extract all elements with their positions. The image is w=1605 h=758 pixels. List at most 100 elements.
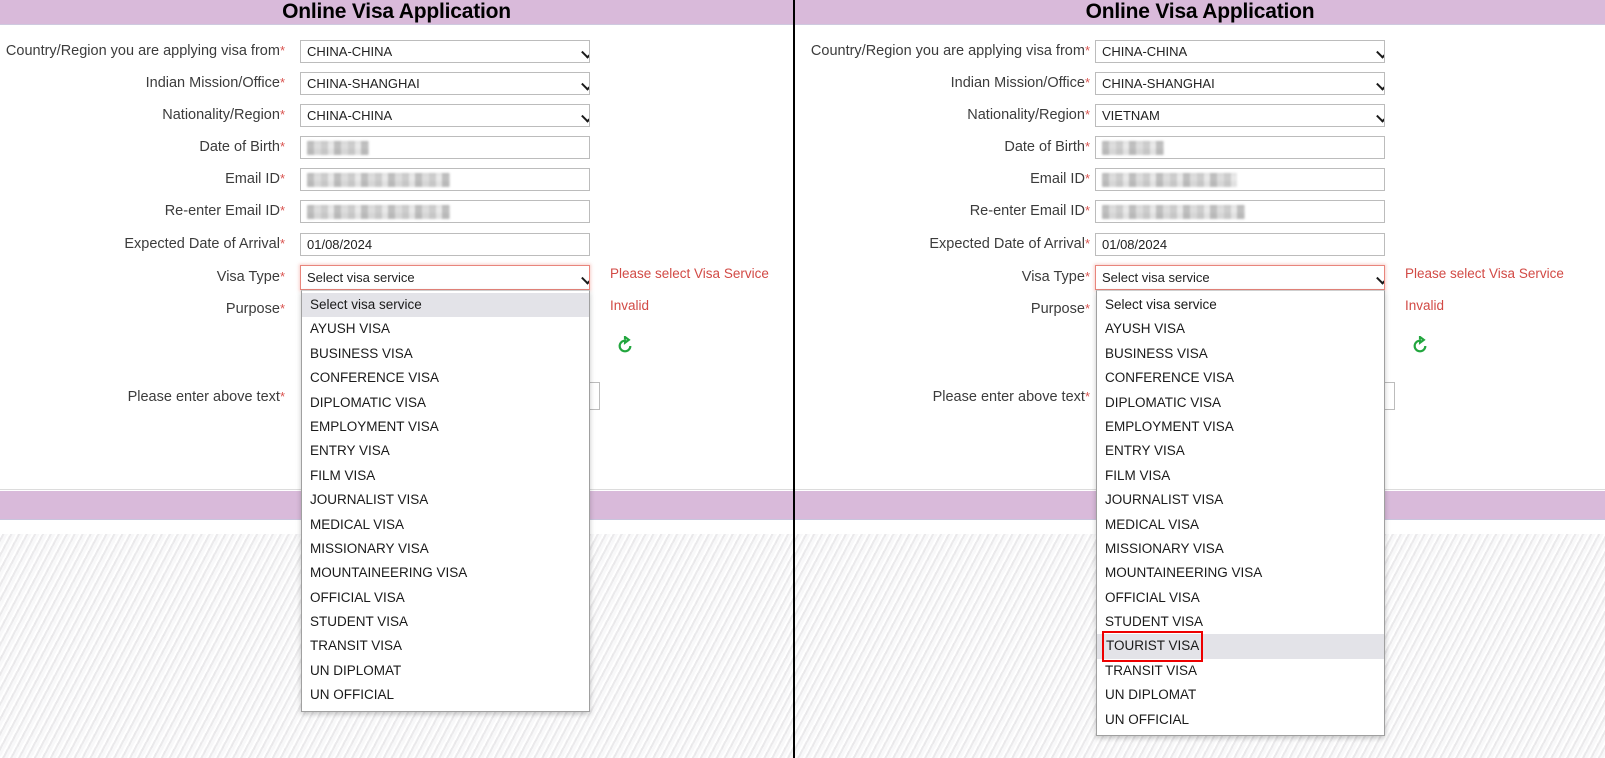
dropdown-option[interactable]: Select visa service bbox=[302, 293, 589, 317]
dropdown-option[interactable]: MOUNTAINEERING VISA bbox=[1097, 561, 1384, 585]
required-asterisk: * bbox=[280, 389, 285, 404]
label-visatype-left: Visa Type* bbox=[217, 266, 285, 288]
refresh-icon-left[interactable] bbox=[615, 336, 635, 356]
dropdown-option[interactable]: UN OFFICIAL bbox=[302, 683, 589, 707]
dropdown-option[interactable]: STUDENT VISA bbox=[302, 610, 589, 634]
select-visatype-left[interactable]: Select visa service bbox=[300, 265, 590, 290]
dropdown-option[interactable]: AYUSH VISA bbox=[1097, 317, 1384, 341]
error-visa-right: Please select Visa Service bbox=[1405, 266, 1564, 281]
dropdown-option-tourist-visa[interactable]: TOURIST VISA bbox=[1097, 634, 1384, 658]
input-reemail-left[interactable] bbox=[300, 200, 590, 223]
form-content-left: Country/Region you are applying visa fro… bbox=[0, 26, 793, 490]
required-asterisk: * bbox=[1085, 389, 1090, 404]
error-purpose-right: Invalid bbox=[1405, 298, 1444, 313]
dropdown-option[interactable]: CONFERENCE VISA bbox=[302, 366, 589, 390]
field-row-arrival-left: Expected Date of Arrival* bbox=[0, 233, 285, 255]
input-dob-right[interactable] bbox=[1095, 136, 1385, 159]
dropdown-option[interactable]: ENTRY VISA bbox=[1097, 439, 1384, 463]
label-purpose-right: Purpose* bbox=[1031, 298, 1090, 320]
dropdown-option[interactable]: DIPLOMATIC VISA bbox=[302, 391, 589, 415]
dropdown-option[interactable]: ENTRY VISA bbox=[302, 439, 589, 463]
field-row-country-left: Country/Region you are applying visa fro… bbox=[0, 40, 285, 62]
required-asterisk: * bbox=[1085, 269, 1090, 284]
select-mission-left[interactable]: CHINA-SHANGHAI bbox=[300, 72, 590, 95]
required-asterisk: * bbox=[1085, 301, 1090, 316]
header-band-left: Online Visa Application bbox=[0, 0, 793, 25]
label-captcha-left: Please enter above text* bbox=[128, 386, 285, 408]
error-visa-left: Please select Visa Service bbox=[610, 266, 769, 281]
field-row-country-right: Country/Region you are applying visa fro… bbox=[800, 40, 1090, 62]
dropdown-option[interactable]: CONFERENCE VISA bbox=[1097, 366, 1384, 390]
select-nationality-left[interactable]: CHINA-CHINA bbox=[300, 104, 590, 127]
field-row-arrival-right: Expected Date of Arrival* bbox=[800, 233, 1090, 255]
input-email-left[interactable] bbox=[300, 168, 590, 191]
input-arrival-right-value: 01/08/2024 bbox=[1102, 237, 1167, 252]
label-dob-right: Date of Birth* bbox=[1004, 136, 1090, 158]
dropdown-option[interactable]: OFFICIAL VISA bbox=[1097, 586, 1384, 610]
input-arrival-right[interactable]: 01/08/2024 bbox=[1095, 233, 1385, 256]
required-asterisk: * bbox=[280, 139, 285, 154]
dropdown-option[interactable]: JOURNALIST VISA bbox=[302, 488, 589, 512]
field-row-purpose-right: Purpose* bbox=[800, 298, 1090, 320]
dropdown-option[interactable]: AYUSH VISA bbox=[302, 317, 589, 341]
required-asterisk: * bbox=[280, 236, 285, 251]
label-country-right: Country/Region you are applying visa fro… bbox=[811, 40, 1090, 62]
field-row-visatype-right: Visa Type* bbox=[800, 266, 1090, 288]
page-title-right: Online Visa Application bbox=[795, 0, 1605, 25]
select-mission-right[interactable]: CHINA-SHANGHAI bbox=[1095, 72, 1385, 95]
dropdown-option[interactable]: TRANSIT VISA bbox=[1097, 659, 1384, 683]
required-asterisk: * bbox=[280, 75, 285, 90]
dropdown-option[interactable]: STUDENT VISA bbox=[1097, 610, 1384, 634]
input-email-right[interactable] bbox=[1095, 168, 1385, 191]
label-nationality-left: Nationality/Region* bbox=[162, 104, 285, 126]
label-arrival-right: Expected Date of Arrival* bbox=[929, 233, 1090, 255]
dropdown-option[interactable]: BUSINESS VISA bbox=[1097, 342, 1384, 366]
label-email-left: Email ID* bbox=[225, 168, 285, 190]
dropdown-visatype-left[interactable]: Select visa service AYUSH VISA BUSINESS … bbox=[301, 290, 590, 712]
required-asterisk: * bbox=[280, 43, 285, 58]
dropdown-option[interactable]: OFFICIAL VISA bbox=[302, 586, 589, 610]
select-country-right[interactable]: CHINA-CHINA bbox=[1095, 40, 1385, 63]
input-reemail-right[interactable] bbox=[1095, 200, 1385, 223]
error-purpose-left: Invalid bbox=[610, 298, 649, 313]
form-content-right: Country/Region you are applying visa fro… bbox=[795, 26, 1605, 490]
dropdown-option[interactable]: JOURNALIST VISA bbox=[1097, 488, 1384, 512]
dropdown-option[interactable]: MISSIONARY VISA bbox=[1097, 537, 1384, 561]
select-country-left-value: CHINA-CHINA bbox=[307, 44, 392, 59]
select-nationality-right[interactable]: VIETNAM bbox=[1095, 104, 1385, 127]
dropdown-visatype-right[interactable]: Select visa service AYUSH VISA BUSINESS … bbox=[1096, 290, 1385, 736]
dropdown-option[interactable]: UN DIPLOMAT bbox=[302, 659, 589, 683]
select-visatype-right[interactable]: Select visa service bbox=[1095, 265, 1385, 290]
dropdown-option[interactable]: EMPLOYMENT VISA bbox=[302, 415, 589, 439]
dropdown-option[interactable]: TRANSIT VISA bbox=[302, 634, 589, 658]
label-arrival-left: Expected Date of Arrival* bbox=[124, 233, 285, 255]
redacted-value bbox=[1102, 173, 1237, 187]
dropdown-option[interactable]: MOUNTAINEERING VISA bbox=[302, 561, 589, 585]
select-country-right-value: CHINA-CHINA bbox=[1102, 44, 1187, 59]
input-arrival-left[interactable]: 01/08/2024 bbox=[300, 233, 590, 256]
dropdown-option[interactable]: MEDICAL VISA bbox=[1097, 513, 1384, 537]
select-visatype-right-value: Select visa service bbox=[1102, 270, 1210, 285]
required-asterisk: * bbox=[1085, 203, 1090, 218]
dropdown-option[interactable]: BUSINESS VISA bbox=[302, 342, 589, 366]
required-asterisk: * bbox=[1085, 75, 1090, 90]
dropdown-option[interactable]: MISSIONARY VISA bbox=[302, 537, 589, 561]
dropdown-option[interactable]: DIPLOMATIC VISA bbox=[1097, 391, 1384, 415]
required-asterisk: * bbox=[1085, 139, 1090, 154]
dropdown-option[interactable]: FILM VISA bbox=[302, 464, 589, 488]
field-row-visatype-left: Visa Type* bbox=[0, 266, 285, 288]
dropdown-option[interactable]: FILM VISA bbox=[1097, 464, 1384, 488]
required-asterisk: * bbox=[280, 171, 285, 186]
refresh-icon-right[interactable] bbox=[1410, 336, 1430, 356]
required-asterisk: * bbox=[280, 107, 285, 122]
dropdown-option[interactable]: EMPLOYMENT VISA bbox=[1097, 415, 1384, 439]
dropdown-option[interactable]: MEDICAL VISA bbox=[302, 513, 589, 537]
dropdown-option[interactable]: UN DIPLOMAT bbox=[1097, 683, 1384, 707]
field-row-mission-right: Indian Mission/Office* bbox=[800, 72, 1090, 94]
dropdown-option[interactable]: Select visa service bbox=[1097, 293, 1384, 317]
select-country-left[interactable]: CHINA-CHINA bbox=[300, 40, 590, 63]
field-row-reemail-right: Re-enter Email ID* bbox=[800, 200, 1090, 222]
field-row-email-left: Email ID* bbox=[0, 168, 285, 190]
input-dob-left[interactable] bbox=[300, 136, 590, 159]
dropdown-option[interactable]: UN OFFICIAL bbox=[1097, 708, 1384, 732]
